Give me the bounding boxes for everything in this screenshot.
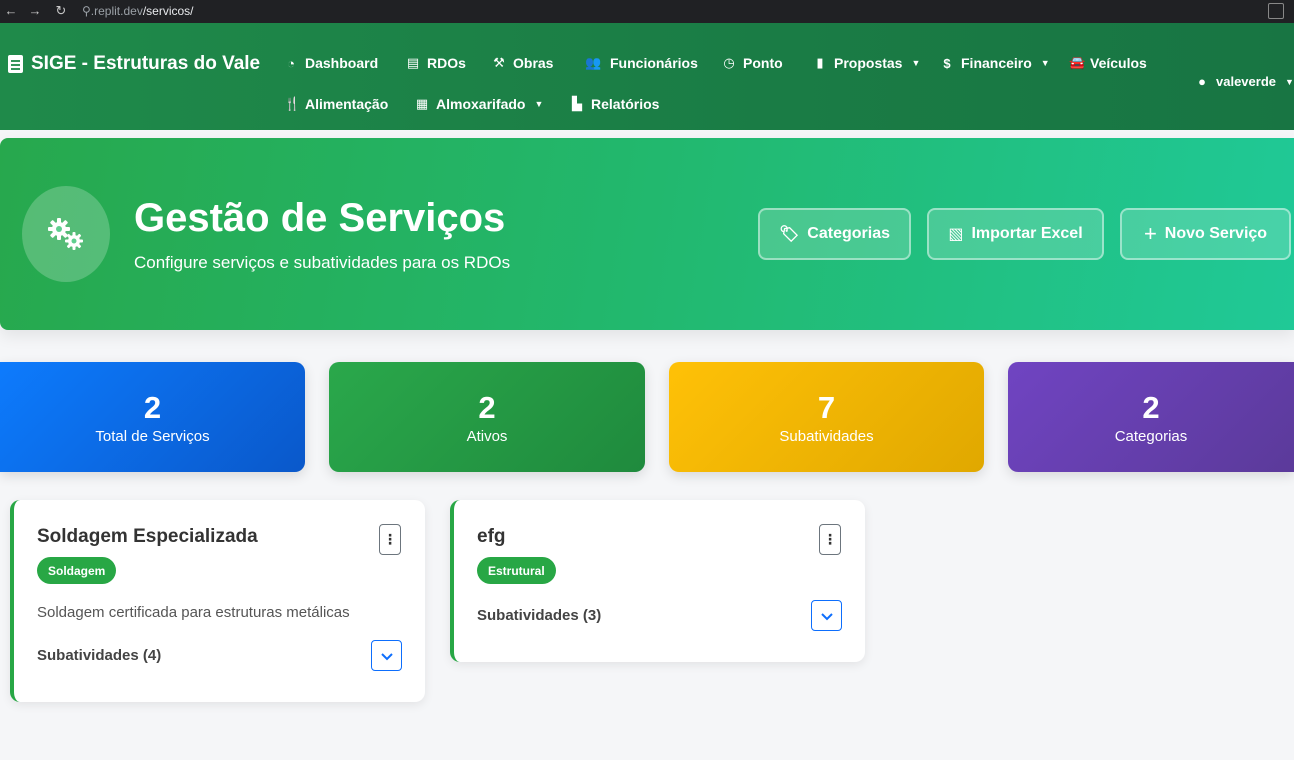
link-icon: ⚲ bbox=[82, 4, 91, 18]
boxes-icon: ▦ bbox=[415, 96, 429, 111]
chevron-down-icon: ▼ bbox=[534, 99, 544, 109]
nav-item-obras[interactable]: ⚒ Obras bbox=[492, 55, 553, 71]
nav-item-almoxarifado[interactable]: ▦ Almoxarifado ▼ bbox=[415, 96, 544, 112]
user-name: valeverde bbox=[1216, 74, 1276, 89]
chevron-down-icon: ▼ bbox=[1040, 58, 1050, 68]
top-navbar: SIGE - Estruturas do Vale ◔ Dashboard ▤ RD… bbox=[0, 23, 1294, 130]
service-menu-button[interactable]: ⋮ bbox=[819, 524, 841, 555]
subactivities-label: Subatividades (4) bbox=[37, 647, 162, 664]
brand-link[interactable]: SIGE - Estruturas do Vale bbox=[8, 53, 260, 75]
reload-icon[interactable]: ↻ bbox=[50, 3, 72, 19]
browser-toolbar: ← → ↻ ⚲.replit.dev/servicos/ bbox=[0, 0, 1294, 23]
utensils-icon: 🍴 bbox=[284, 96, 301, 111]
stat-value: 7 bbox=[817, 390, 836, 425]
nav-item-relatorios[interactable]: ▙ Relatórios bbox=[570, 96, 659, 112]
stat-label: Ativos bbox=[466, 428, 508, 445]
nav-item-ponto[interactable]: ◷ Ponto bbox=[722, 55, 783, 71]
stat-label: Subatividades bbox=[779, 428, 874, 445]
forward-icon[interactable]: → bbox=[24, 3, 46, 18]
expand-subactivities-button[interactable] bbox=[811, 600, 842, 631]
url-host: .replit.dev bbox=[90, 4, 143, 18]
file-excel-icon: ▧ bbox=[948, 226, 964, 243]
page-title: Gestão de Serviços bbox=[134, 196, 506, 240]
stat-label: Total de Serviços bbox=[95, 428, 210, 445]
nav-item-alimentacao[interactable]: 🍴 Alimentação bbox=[284, 96, 388, 112]
nav-label: Almoxarifado bbox=[436, 96, 526, 112]
nav-label: Funcionários bbox=[610, 55, 698, 71]
page-header: Gestão de Serviços Configure serviços e … bbox=[0, 138, 1294, 330]
nav-label: Dashboard bbox=[305, 55, 379, 71]
nav-item-veiculos[interactable]: 🚘 Veículos bbox=[1069, 55, 1147, 71]
novo-servico-button[interactable]: + Novo Serviço bbox=[1120, 208, 1291, 260]
expand-subactivities-button[interactable] bbox=[371, 640, 402, 671]
back-icon[interactable]: ← bbox=[0, 3, 22, 18]
users-icon: 👥 bbox=[585, 55, 602, 70]
header-icon-circle bbox=[22, 186, 110, 282]
chevron-down-icon: ▼ bbox=[1285, 76, 1294, 87]
nav-item-funcionarios[interactable]: 👥 Funcionários bbox=[584, 55, 698, 71]
nav-item-financeiro[interactable]: $ Financeiro ▼ bbox=[940, 55, 1050, 71]
nav-label: Relatórios bbox=[591, 96, 660, 112]
service-card: Soldagem Especializada ⋮ Soldagem Soldag… bbox=[10, 500, 425, 702]
car-icon: 🚘 bbox=[1069, 55, 1086, 70]
plus-icon: + bbox=[1143, 221, 1157, 246]
categorias-button[interactable]: 🏷 Categorias bbox=[758, 208, 911, 260]
importar-excel-button[interactable]: ▧ Importar Excel bbox=[927, 208, 1104, 260]
service-title: Soldagem Especializada bbox=[37, 526, 258, 547]
nav-label: Alimentação bbox=[305, 96, 389, 112]
cogs-icon bbox=[48, 218, 83, 250]
device-icon[interactable] bbox=[1268, 3, 1284, 19]
user-icon: ● bbox=[1198, 74, 1206, 89]
file-icon: ▮ bbox=[816, 55, 824, 70]
nav-item-rdos[interactable]: ▤ RDOs bbox=[406, 55, 466, 71]
stat-total-servicos: 2 Total de Serviços bbox=[0, 362, 305, 472]
chart-icon: ▙ bbox=[572, 96, 582, 111]
stat-subatividades: 7 Subatividades bbox=[669, 362, 984, 472]
chevron-down-icon bbox=[380, 652, 393, 660]
stat-value: 2 bbox=[143, 390, 162, 425]
ellipsis-vertical-icon: ⋮ bbox=[383, 531, 397, 547]
chevron-down-icon: ▼ bbox=[911, 58, 921, 68]
nav-label: RDOs bbox=[427, 55, 466, 71]
gauge-icon: ◔ bbox=[287, 55, 295, 71]
tags-icon: 🏷 bbox=[778, 226, 800, 243]
service-card: efg ⋮ Estrutural Subatividades (3) bbox=[450, 500, 865, 662]
subactivities-label: Subatividades (3) bbox=[477, 607, 602, 624]
stat-categorias: 2 Categorias bbox=[1008, 362, 1294, 472]
hammer-icon: ⚒ bbox=[493, 55, 505, 70]
page-subtitle: Configure serviços e subatividades para … bbox=[134, 253, 511, 272]
stat-value: 2 bbox=[478, 390, 496, 425]
button-label: Importar Excel bbox=[971, 225, 1083, 242]
clock-icon: ◷ bbox=[723, 55, 735, 70]
nav-label: Financeiro bbox=[961, 55, 1032, 71]
service-menu-button[interactable]: ⋮ bbox=[379, 524, 401, 555]
button-label: Categorias bbox=[807, 225, 890, 242]
url-path: /servicos/ bbox=[142, 4, 194, 18]
service-title: efg bbox=[477, 526, 506, 547]
ellipsis-vertical-icon: ⋮ bbox=[823, 531, 837, 547]
clipboard-icon: ▤ bbox=[406, 55, 420, 70]
dollar-icon: $ bbox=[943, 55, 951, 71]
service-description: Soldagem certificada para estruturas met… bbox=[37, 604, 350, 621]
nav-label: Veículos bbox=[1090, 55, 1147, 71]
nav-label: Propostas bbox=[834, 55, 903, 71]
stat-value: 2 bbox=[1142, 390, 1160, 425]
address-bar[interactable]: ⚲.replit.dev/servicos/ bbox=[82, 4, 194, 18]
stat-label: Categorias bbox=[1114, 428, 1188, 445]
chevron-down-icon bbox=[820, 612, 833, 620]
user-menu[interactable]: ● valeverde ▼ bbox=[1195, 74, 1294, 89]
brand-text: SIGE - Estruturas do Vale bbox=[31, 53, 261, 74]
category-badge: Soldagem bbox=[37, 557, 117, 584]
building-icon bbox=[8, 55, 23, 73]
stat-ativos: 2 Ativos bbox=[329, 362, 645, 472]
nav-item-propostas[interactable]: ▮ Propostas ▼ bbox=[813, 55, 920, 71]
button-label: Novo Serviço bbox=[1164, 225, 1268, 242]
nav-label: Obras bbox=[513, 55, 554, 71]
category-badge: Estrutural bbox=[477, 557, 556, 584]
nav-item-dashboard[interactable]: ◔ Dashboard bbox=[284, 55, 378, 71]
nav-label: Ponto bbox=[743, 55, 783, 71]
